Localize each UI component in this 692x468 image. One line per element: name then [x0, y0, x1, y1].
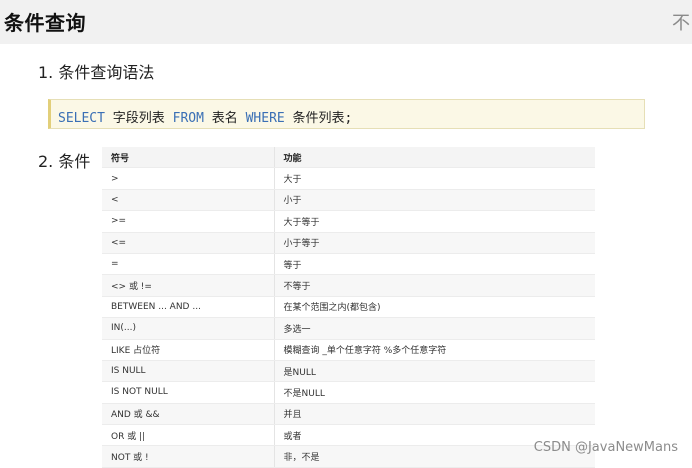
operator-symbol: LIKE 占位符 [102, 339, 274, 361]
code-block: SELECT 字段列表 FROM 表名 WHERE 条件列表; [48, 99, 645, 129]
watermark: CSDN @JavaNewMans [533, 440, 678, 455]
table-header-row: 符号 功能 [102, 147, 595, 169]
table-row: <= 小于等于 [102, 232, 595, 254]
operator-function: 不等于 [273, 274, 595, 297]
operator-symbol: NOT 或 ! [102, 445, 274, 468]
operator-symbol: = [102, 253, 274, 276]
column-header-symbol: 符号 [102, 147, 274, 169]
operator-function: 是NULL [273, 360, 595, 383]
code-fields: 字段列表 [104, 111, 173, 126]
operator-symbol: IS NOT NULL [102, 381, 274, 404]
keyword-from: FROM [172, 111, 204, 126]
operator-function: 小于等于 [273, 232, 595, 254]
keyword-where: WHERE [245, 111, 285, 126]
operator-symbol: IN(...) [102, 317, 274, 340]
operator-symbol: IS NULL [102, 360, 274, 383]
table-row: = 等于 [102, 253, 595, 276]
page-title: 条件查询 [4, 11, 86, 35]
table-row: BETWEEN ... AND ... 在某个范围之内(都包含) [102, 296, 595, 319]
column-header-function: 功能 [273, 147, 595, 169]
table-row: >= 大于等于 [102, 210, 595, 233]
operator-symbol: <= [102, 232, 274, 254]
operator-function: 等于 [273, 253, 595, 276]
operator-function: 大于等于 [273, 210, 595, 233]
operator-symbol: BETWEEN ... AND ... [102, 296, 274, 319]
operators-table: 符号 功能 > 大于 < 小于 >= 大于等于 <= 小于等于 = 等于 <> 或 != 不等于 BET… [102, 147, 595, 468]
table-row: NOT 或 ! 非，不是 [102, 445, 595, 468]
table-row: LIKE 占位符 模糊查询 _单个任意字符 %多个任意字符 [102, 339, 595, 361]
sql-syntax-code: SELECT 字段列表 FROM 表名 WHERE 条件列表; [58, 107, 352, 126]
operator-symbol: OR 或 || [102, 424, 274, 447]
operator-symbol: < [102, 189, 274, 212]
table-row: < 小于 [102, 189, 595, 212]
table-row: > 大于 [102, 167, 595, 190]
table-row: IS NULL 是NULL [102, 360, 595, 383]
operator-function: 不是NULL [273, 381, 595, 404]
table-row: IS NOT NULL 不是NULL [102, 381, 595, 404]
operator-function: 在某个范围之内(都包含) [273, 296, 595, 319]
operator-symbol: <> 或 != [102, 274, 274, 297]
operator-function: 多选一 [273, 317, 595, 340]
table-row: AND 或 && 并且 [102, 403, 595, 426]
code-table: 表名 [203, 111, 246, 126]
operator-function: 小于 [273, 189, 595, 212]
operator-function: 大于 [273, 167, 595, 190]
operator-symbol: > [102, 167, 274, 190]
section-heading-conditions: 2. 条件 [38, 152, 91, 171]
operator-function: 模糊查询 _单个任意字符 %多个任意字符 [273, 339, 595, 361]
table-row: IN(...) 多选一 [102, 317, 595, 340]
code-conditions: 条件列表; [284, 111, 353, 126]
operator-function: 并且 [273, 403, 595, 426]
page-header: 条件查询 不 [0, 0, 692, 44]
operator-symbol: >= [102, 210, 274, 233]
keyword-select: SELECT [58, 111, 105, 126]
table-row: OR 或 || 或者 [102, 424, 595, 447]
table-row: <> 或 != 不等于 [102, 274, 595, 297]
operator-symbol: AND 或 && [102, 403, 274, 426]
corner-glyph: 不 [672, 13, 690, 34]
section-heading-syntax: 1. 条件查询语法 [38, 63, 155, 82]
